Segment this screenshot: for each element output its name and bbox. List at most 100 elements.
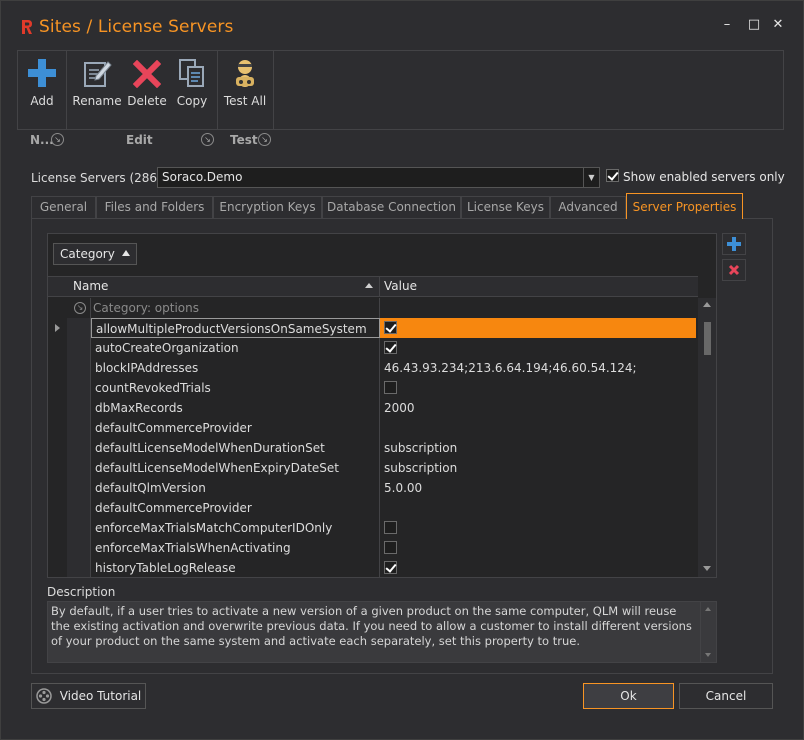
copy-button[interactable]: Copy bbox=[172, 56, 212, 112]
property-value[interactable]: 2000 bbox=[380, 398, 696, 418]
tab-license-keys[interactable]: License Keys bbox=[461, 196, 550, 218]
column-header-value[interactable]: Value bbox=[380, 276, 698, 297]
property-name[interactable]: autoCreateOrganization bbox=[91, 338, 380, 358]
property-value[interactable]: subscription bbox=[380, 458, 696, 478]
ribbon-group-label-edit: Edit bbox=[126, 133, 153, 147]
property-value[interactable] bbox=[380, 558, 696, 578]
row-indent-column bbox=[67, 318, 91, 577]
tab-server-properties[interactable]: Server Properties bbox=[626, 193, 743, 219]
scroll-down-icon[interactable] bbox=[705, 653, 711, 657]
property-name[interactable]: historyTableLogRelease bbox=[91, 558, 380, 578]
license-server-select[interactable]: Soraco.Demo ▼ bbox=[157, 167, 600, 188]
property-checkbox[interactable] bbox=[384, 561, 397, 574]
minimize-button[interactable]: – bbox=[720, 18, 734, 32]
rename-icon bbox=[72, 56, 122, 88]
description-text: By default, if a user tries to activate … bbox=[51, 604, 692, 648]
group-by-category-button[interactable]: Category bbox=[53, 243, 137, 265]
property-name[interactable]: dbMaxRecords bbox=[91, 398, 380, 418]
description-label: Description bbox=[47, 585, 116, 599]
property-value[interactable]: 5.0.00 bbox=[380, 478, 696, 498]
chevron-down-icon[interactable]: ▼ bbox=[583, 168, 599, 187]
property-value[interactable] bbox=[380, 338, 696, 358]
show-enabled-label[interactable]: Show enabled servers only bbox=[623, 170, 785, 184]
group-expand-icon[interactable]: ↘ bbox=[51, 133, 64, 146]
delete-x-icon bbox=[728, 264, 740, 276]
property-value[interactable] bbox=[380, 538, 696, 558]
grid-scrollbar[interactable] bbox=[698, 298, 716, 577]
tab-database-connection[interactable]: Database Connection bbox=[322, 196, 461, 218]
add-label: Add bbox=[30, 94, 54, 108]
maximize-button[interactable]: □ bbox=[747, 18, 761, 32]
close-button[interactable]: ✕ bbox=[771, 18, 785, 32]
delete-button[interactable]: Delete bbox=[126, 56, 168, 112]
delete-label: Delete bbox=[127, 94, 167, 108]
property-value[interactable] bbox=[380, 498, 696, 518]
plus-icon bbox=[727, 237, 741, 251]
sort-ascending-icon bbox=[365, 283, 373, 288]
property-value[interactable]: subscription bbox=[380, 438, 696, 458]
remove-property-button[interactable] bbox=[722, 259, 746, 281]
scroll-up-icon[interactable] bbox=[705, 607, 711, 611]
property-name[interactable]: defaultQlmVersion bbox=[91, 478, 380, 498]
tab-encryption-keys[interactable]: Encryption Keys bbox=[213, 196, 322, 218]
license-servers-label: License Servers (286): bbox=[31, 171, 166, 185]
property-checkbox[interactable] bbox=[384, 321, 397, 334]
property-name[interactable]: countRevokedTrials bbox=[91, 378, 380, 398]
license-server-value: Soraco.Demo bbox=[162, 170, 243, 184]
tab-general[interactable]: General bbox=[31, 196, 96, 218]
property-value[interactable] bbox=[380, 418, 696, 438]
property-name[interactable]: defaultLicenseModelWhenDurationSet bbox=[91, 438, 380, 458]
property-checkbox[interactable] bbox=[384, 521, 397, 534]
ribbon-separator bbox=[217, 50, 218, 130]
property-checkbox[interactable] bbox=[384, 381, 397, 394]
scroll-up-icon[interactable] bbox=[703, 302, 711, 307]
ribbon-separator bbox=[66, 50, 67, 130]
property-name[interactable]: allowMultipleProductVersionsOnSameSystem bbox=[91, 318, 380, 338]
column-header-name[interactable]: Name bbox=[67, 276, 380, 297]
delete-x-icon bbox=[126, 56, 168, 88]
property-value[interactable]: 46.43.93.234;213.6.64.194;46.60.54.124; bbox=[380, 358, 696, 378]
current-row-indicator-icon bbox=[55, 324, 60, 332]
ribbon-group-label-test: Test bbox=[230, 133, 258, 147]
property-name[interactable]: defaultLicenseModelWhenExpiryDateSet bbox=[91, 458, 380, 478]
property-value[interactable] bbox=[380, 518, 696, 538]
group-by-label: Category bbox=[60, 247, 115, 261]
scroll-down-icon[interactable] bbox=[703, 566, 711, 571]
description-scrollbar[interactable] bbox=[700, 602, 716, 662]
description-box: By default, if a user tries to activate … bbox=[47, 601, 717, 663]
property-name[interactable]: defaultCommerceProvider bbox=[91, 418, 380, 438]
scroll-thumb[interactable] bbox=[704, 322, 711, 355]
video-tutorial-label: Video Tutorial bbox=[59, 689, 142, 703]
test-all-button[interactable]: Test All bbox=[222, 56, 268, 112]
ok-button[interactable]: Ok bbox=[583, 683, 674, 709]
cancel-button[interactable]: Cancel bbox=[679, 683, 773, 709]
tab-advanced[interactable]: Advanced bbox=[550, 196, 626, 218]
property-name[interactable]: defaultCommerceProvider bbox=[91, 498, 380, 518]
column-name-label: Name bbox=[73, 279, 109, 293]
copy-icon bbox=[172, 56, 212, 88]
add-button[interactable]: Add bbox=[22, 56, 62, 112]
rename-button[interactable]: Rename bbox=[72, 56, 122, 112]
tab-files-and-folders[interactable]: Files and Folders bbox=[96, 196, 213, 218]
add-property-button[interactable] bbox=[722, 233, 746, 255]
property-name[interactable]: enforceMaxTrialsWhenActivating bbox=[91, 538, 380, 558]
category-row[interactable]: ↘ Category: options bbox=[67, 298, 698, 318]
film-reel-icon bbox=[35, 688, 52, 704]
video-tutorial-button[interactable]: Video Tutorial bbox=[31, 683, 146, 709]
group-expand-icon[interactable]: ↘ bbox=[201, 133, 214, 146]
show-enabled-checkbox[interactable] bbox=[606, 169, 619, 182]
property-value[interactable] bbox=[380, 378, 696, 398]
property-name[interactable]: blockIPAddresses bbox=[91, 358, 380, 378]
property-name[interactable]: enforceMaxTrialsMatchComputerIDOnly bbox=[91, 518, 380, 538]
category-label: Category: options bbox=[93, 301, 199, 315]
group-expand-icon[interactable]: ↘ bbox=[258, 133, 271, 146]
rename-label: Rename bbox=[72, 94, 122, 108]
ribbon-separator bbox=[273, 50, 274, 130]
collapse-icon[interactable]: ↘ bbox=[74, 302, 86, 314]
plus-icon bbox=[22, 56, 62, 88]
property-checkbox[interactable] bbox=[384, 341, 397, 354]
test-all-icon bbox=[222, 56, 268, 88]
sort-up-icon bbox=[122, 250, 130, 256]
property-checkbox[interactable] bbox=[384, 541, 397, 554]
property-value[interactable] bbox=[380, 318, 696, 338]
